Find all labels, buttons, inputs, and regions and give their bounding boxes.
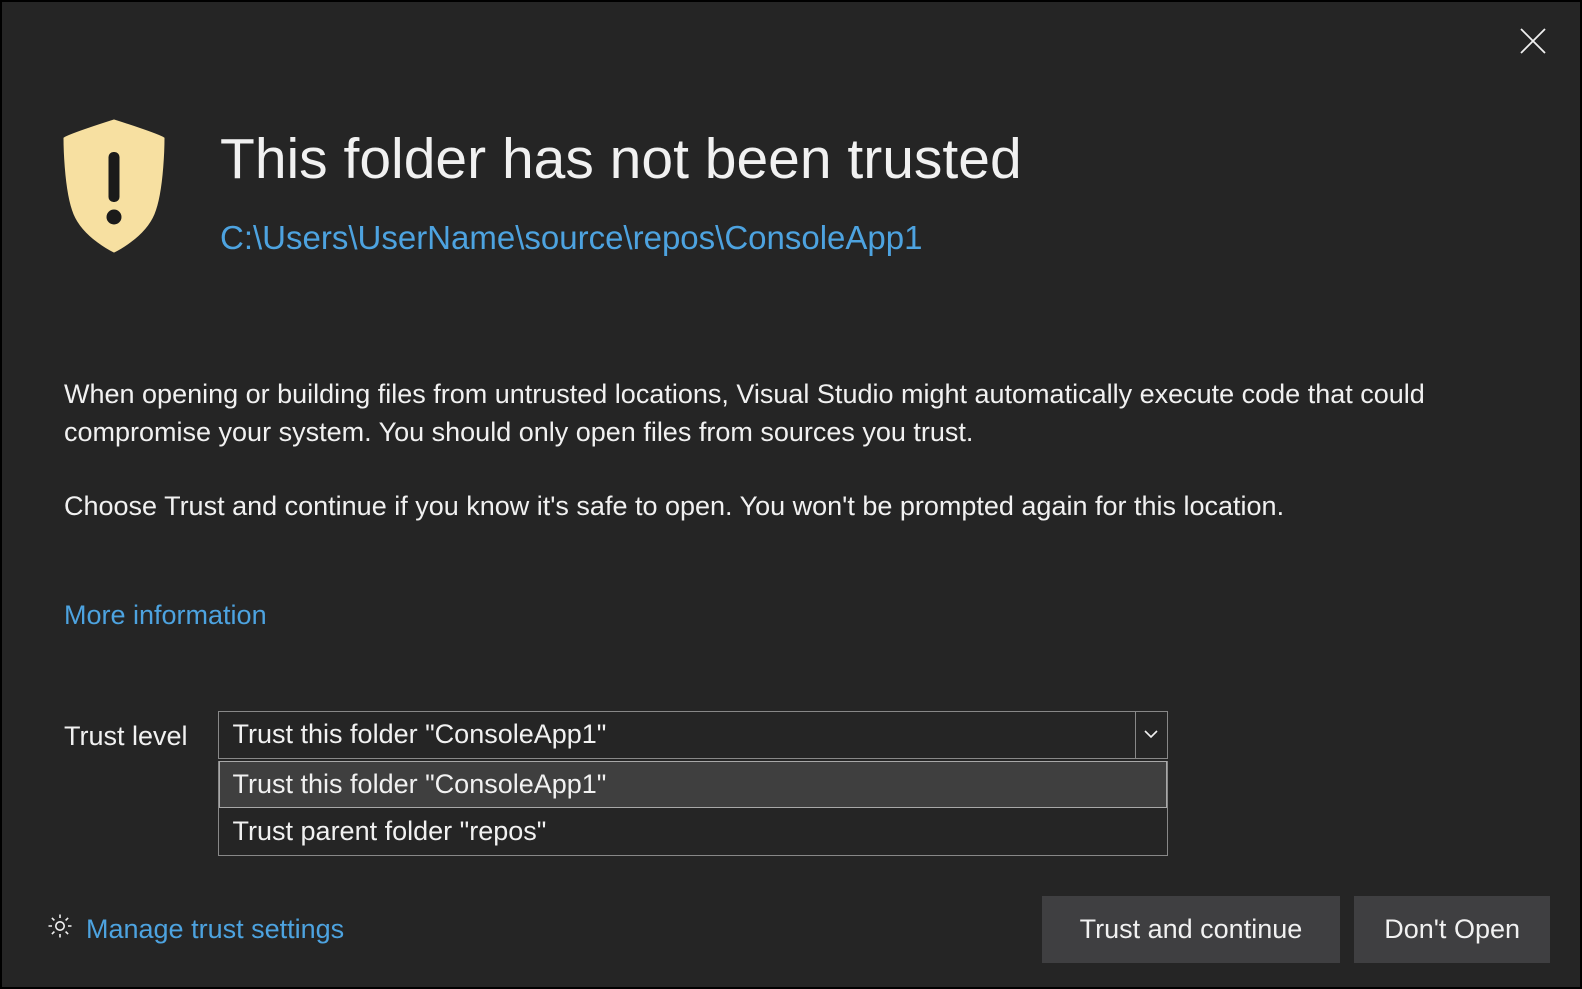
body-paragraph-2: Choose Trust and continue if you know it… — [64, 487, 1474, 525]
gear-icon — [46, 912, 74, 947]
body-paragraph-1: When opening or building files from untr… — [64, 375, 1474, 452]
manage-trust-settings-link[interactable]: Manage trust settings — [46, 912, 344, 947]
dont-open-button[interactable]: Don't Open — [1354, 896, 1550, 963]
dropdown-option-trust-folder[interactable]: Trust this folder "ConsoleApp1" — [219, 761, 1167, 808]
chevron-down-icon — [1144, 726, 1158, 744]
dialog-body: When opening or building files from untr… — [64, 375, 1474, 526]
close-button[interactable] — [1518, 26, 1548, 56]
trust-and-continue-button[interactable]: Trust and continue — [1042, 896, 1341, 963]
more-information-link[interactable]: More information — [64, 600, 267, 631]
close-icon — [1518, 26, 1548, 56]
dialog-title: This folder has not been trusted — [220, 128, 1022, 191]
trust-dialog: This folder has not been trusted C:\User… — [0, 0, 1582, 989]
shield-warning-icon — [56, 116, 172, 256]
trust-level-dropdown: Trust this folder "ConsoleApp1" Trust pa… — [218, 761, 1168, 856]
manage-trust-label: Manage trust settings — [86, 914, 344, 945]
trust-level-selected-value: Trust this folder "ConsoleApp1" — [219, 712, 1135, 758]
dropdown-option-trust-parent[interactable]: Trust parent folder "repos" — [219, 808, 1167, 855]
trust-level-label: Trust level — [64, 711, 188, 752]
trust-level-select[interactable]: Trust this folder "ConsoleApp1" — [218, 711, 1168, 759]
dropdown-arrow-button[interactable] — [1135, 712, 1167, 758]
folder-path-link[interactable]: C:\Users\UserName\source\repos\ConsoleAp… — [220, 219, 1022, 257]
